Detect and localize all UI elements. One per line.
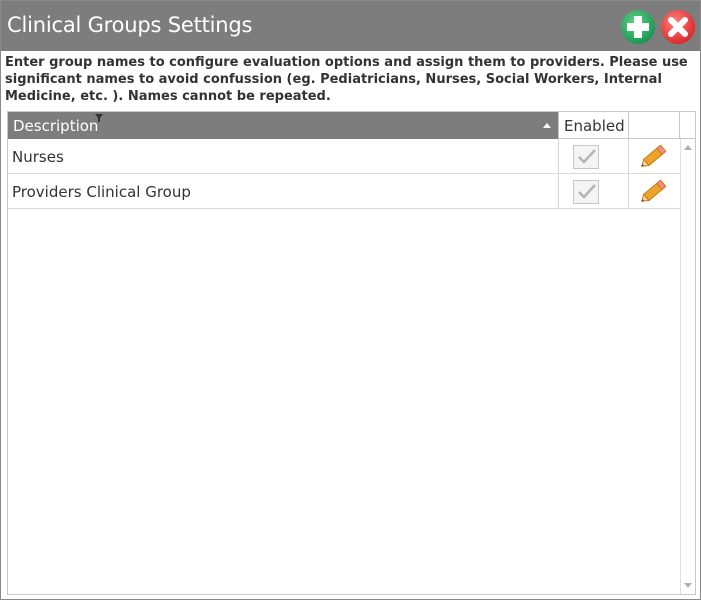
enabled-checkbox[interactable]	[573, 180, 599, 204]
column-header-enabled[interactable]: Enabled	[559, 112, 629, 139]
pencil-edit-icon[interactable]	[638, 141, 670, 171]
column-header-description-label: Description	[13, 117, 99, 135]
column-header-description[interactable]: Description	[8, 112, 559, 139]
group-name: Providers Clinical Group	[12, 183, 191, 201]
vertical-scrollbar[interactable]	[680, 139, 695, 594]
scroll-up-icon[interactable]	[684, 145, 692, 150]
table-row[interactable]: Nurses	[8, 139, 680, 174]
close-icon	[668, 17, 688, 37]
sort-ascending-icon[interactable]	[543, 123, 551, 128]
close-button[interactable]	[661, 10, 695, 44]
group-name: Nurses	[12, 148, 64, 166]
enabled-checkbox[interactable]	[573, 145, 599, 169]
window-title: Clinical Groups Settings	[7, 13, 253, 37]
table-row[interactable]: Providers Clinical Group	[8, 174, 680, 209]
cell-description: Providers Clinical Group	[8, 174, 559, 208]
column-header-edit	[629, 112, 680, 139]
plus-icon	[627, 16, 649, 38]
column-header-enabled-label: Enabled	[564, 117, 625, 135]
clinical-groups-window: Clinical Groups Settings Enter group nam…	[0, 0, 701, 600]
pencil-edit-icon[interactable]	[638, 176, 670, 206]
checkmark-icon	[578, 149, 596, 164]
grid-header: Description Enabled	[8, 112, 695, 139]
cell-edit	[629, 139, 680, 173]
cell-edit	[629, 174, 680, 208]
column-header-scroll-spacer	[680, 112, 695, 139]
checkmark-icon	[578, 184, 596, 199]
cell-enabled	[559, 174, 629, 208]
add-group-button[interactable]	[621, 10, 655, 44]
cell-description: Nurses	[8, 139, 559, 173]
title-bar: Clinical Groups Settings	[1, 1, 700, 51]
filter-icon[interactable]	[95, 114, 103, 123]
clinical-groups-grid: Description Enabled Nurses Providers Cli…	[7, 111, 696, 595]
instructions-text: Enter group names to configure evaluatio…	[5, 55, 688, 104]
scroll-down-icon[interactable]	[684, 583, 692, 588]
cell-enabled	[559, 139, 629, 173]
